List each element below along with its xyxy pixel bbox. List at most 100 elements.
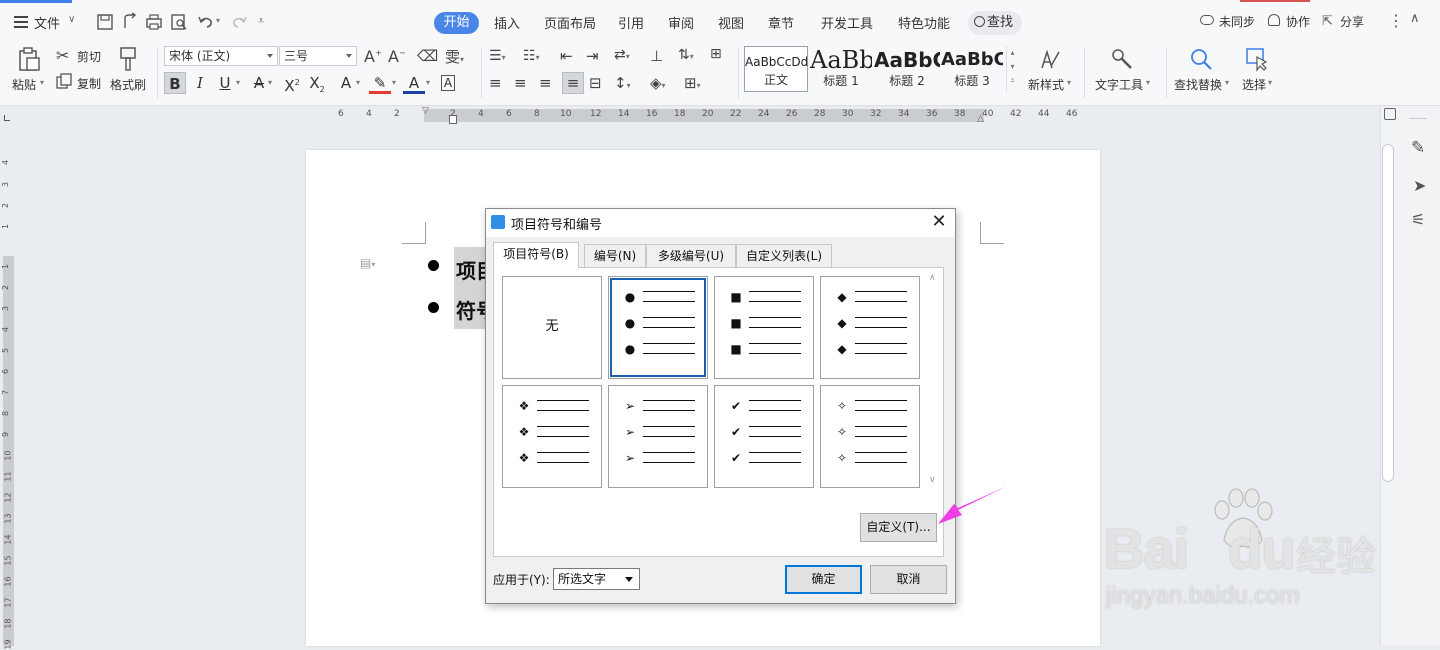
chinese-layout-icon[interactable]: ⇄▾ (614, 47, 630, 63)
decrease-font-size-icon[interactable]: A− (388, 47, 406, 66)
strikethrough-button[interactable]: A (248, 72, 270, 94)
cut-label[interactable]: 剪切 (77, 48, 101, 65)
text-tools-label[interactable]: 文字工具 (1095, 76, 1143, 93)
superscript-button[interactable]: X2 (281, 72, 303, 95)
font-name-dropdown[interactable]: 宋体 (正文) (164, 46, 278, 66)
show-marks-icon[interactable]: ⊞ (710, 46, 722, 62)
cancel-button[interactable]: 取消 (870, 565, 947, 594)
undo-dropdown-icon[interactable]: ▾ (216, 16, 220, 25)
format-painter-icon[interactable] (117, 46, 139, 72)
align-right-icon[interactable]: ≡ (539, 74, 552, 92)
decrease-indent-icon[interactable]: ⇤ (560, 47, 573, 65)
hanging-indent-marker[interactable] (449, 115, 457, 124)
edit-pen-icon[interactable]: ✎ (1411, 138, 1425, 158)
format-painter-label[interactable]: 格式刷 (110, 76, 146, 93)
paragraph-options-icon[interactable]: ▤▾ (360, 256, 375, 270)
print-preview-icon[interactable] (169, 12, 189, 32)
tab-multilevel[interactable]: 多级编号(U) (646, 244, 736, 268)
bullet-style-option-four-point-star[interactable]: ✧ ✧ ✧ (820, 385, 920, 488)
tab-references[interactable]: 引用 (618, 13, 644, 32)
subscript-button[interactable]: X2 (306, 72, 328, 94)
collapse-ribbon-icon[interactable]: ∧ (1410, 11, 1420, 26)
style-heading-1[interactable]: AaBb 标题 1 (810, 46, 872, 92)
sort-icon[interactable]: ⇅▾ (678, 47, 694, 63)
find-replace-icon[interactable] (1188, 46, 1214, 72)
text-tools-dropdown-icon[interactable]: ▾ (1146, 78, 1150, 87)
print-icon[interactable] (144, 12, 164, 32)
pane-toggle-icon[interactable] (1384, 108, 1396, 120)
tab-page-layout[interactable]: 页面布局 (544, 13, 596, 32)
find-replace-dropdown-icon[interactable]: ▾ (1225, 78, 1229, 87)
find-replace-label[interactable]: 查找替换 (1174, 76, 1222, 93)
save-icon[interactable] (95, 12, 115, 32)
paste-icon[interactable] (16, 46, 42, 72)
ruler-tab-selector[interactable] (4, 115, 10, 121)
more-options-icon[interactable]: ⋮ (1388, 11, 1404, 30)
search-button[interactable]: 查找 (968, 11, 1022, 35)
style-heading-3[interactable]: AaBbC 标题 3 (941, 46, 1003, 92)
shading-icon[interactable]: ◈▾ (650, 74, 666, 92)
distributed-align-icon[interactable]: ⊟ (589, 74, 602, 92)
highlight-dropdown-icon[interactable]: ▾ (392, 78, 396, 87)
bullet-style-option-filled-circle[interactable]: ● ● ● (608, 276, 708, 379)
redo-icon[interactable] (229, 12, 249, 32)
justify-icon[interactable]: ≡ (562, 72, 584, 94)
apply-to-dropdown[interactable]: 所选文字 (553, 568, 640, 590)
text-direction-icon[interactable]: ⊥ (650, 47, 663, 65)
ok-button[interactable]: 确定 (785, 565, 862, 594)
font-size-dropdown[interactable]: 三号 (279, 46, 357, 66)
text-effect-dropdown-icon[interactable]: ▾ (356, 78, 360, 87)
italic-button[interactable]: I (189, 72, 211, 94)
copy-icon[interactable] (56, 73, 72, 89)
tab-bullets[interactable]: 项目符号(B) (493, 242, 579, 268)
export-icon[interactable] (120, 12, 140, 32)
select-dropdown-icon[interactable]: ▾ (1268, 78, 1272, 87)
highlight-color-button[interactable]: ✎ (369, 72, 391, 94)
select-label[interactable]: 选择 (1242, 76, 1266, 93)
bullet-list-scrollbar[interactable]: ∧ ∨ (927, 273, 941, 485)
copy-label[interactable]: 复制 (77, 75, 101, 92)
scissors-icon[interactable]: ✂ (56, 46, 69, 65)
clear-format-icon[interactable]: ⌫ (417, 47, 438, 65)
tab-developer[interactable]: 开发工具 (821, 13, 873, 32)
tab-review[interactable]: 审阅 (668, 13, 694, 32)
select-icon[interactable] (1244, 46, 1270, 72)
style-heading-2[interactable]: AaBbC 标题 2 (874, 46, 940, 92)
numbering-icon[interactable]: ☷▾ (523, 48, 540, 64)
tab-home[interactable]: 开始 (434, 12, 479, 34)
customize-quick-access-icon[interactable]: ⩡ (258, 14, 264, 28)
tab-numbering[interactable]: 编号(N) (584, 244, 646, 268)
style-normal[interactable]: AaBbCcDd 正文 (744, 46, 808, 92)
underline-dropdown-icon[interactable]: ▾ (236, 78, 240, 87)
tab-custom-list[interactable]: 自定义列表(L) (736, 244, 832, 268)
increase-indent-icon[interactable]: ⇥ (586, 47, 599, 65)
bullet-style-option-filled-diamond[interactable]: ◆ ◆ ◆ (820, 276, 920, 379)
new-style-icon[interactable] (1037, 46, 1063, 72)
bullet-style-option-checkmark[interactable]: ✔ ✔ ✔ (714, 385, 814, 488)
bullet-style-option-arrowhead[interactable]: ➢ ➢ ➢ (608, 385, 708, 488)
styles-scrollbar[interactable]: ▴ ▾ ⩡ (1006, 46, 1018, 92)
vertical-scrollbar[interactable] (1382, 144, 1394, 482)
bullets-icon[interactable]: ☰▾ (489, 48, 506, 64)
underline-button[interactable]: U (214, 72, 236, 94)
scroll-up-icon[interactable]: ∧ (929, 273, 936, 283)
align-left-icon[interactable]: ≡ (489, 74, 502, 92)
tab-special-features[interactable]: 特色功能 (898, 13, 950, 32)
character-border-button[interactable]: A (437, 72, 459, 94)
bullet-style-option-filled-square[interactable]: ■ ■ ■ (714, 276, 814, 379)
borders-icon[interactable]: ⊞▾ (684, 74, 701, 92)
paste-dropdown-icon[interactable]: ▾ (40, 78, 44, 87)
new-style-label[interactable]: 新样式 (1028, 76, 1064, 93)
new-style-dropdown-icon[interactable]: ▾ (1067, 78, 1071, 87)
phonetic-guide-icon[interactable]: 雯▾ (445, 46, 464, 67)
undo-icon[interactable] (196, 12, 216, 32)
settings-sliders-icon[interactable]: ⚟ (1411, 210, 1425, 229)
first-line-indent-marker[interactable]: ▽ (422, 106, 429, 116)
bullet-style-option-diamond-cluster[interactable]: ❖ ❖ ❖ (502, 385, 602, 488)
tab-insert[interactable]: 插入 (494, 13, 520, 32)
pointer-icon[interactable]: ➤ (1413, 176, 1426, 195)
align-center-icon[interactable]: ≡ (514, 74, 527, 92)
customize-button[interactable]: 自定义(T)... (860, 513, 937, 542)
font-color-dropdown-icon[interactable]: ▾ (426, 78, 430, 87)
close-icon[interactable]: ✕ (929, 211, 949, 233)
